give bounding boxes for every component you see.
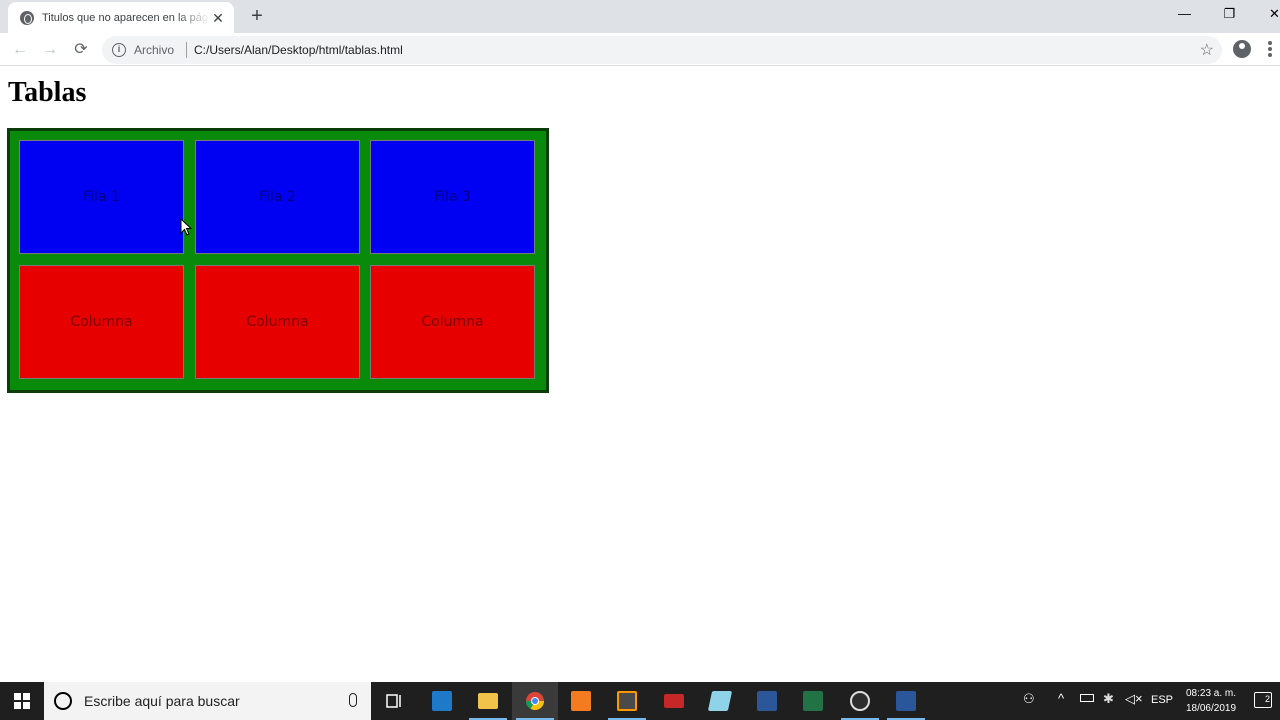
start-button[interactable] (0, 682, 44, 720)
close-window-button[interactable]: ✕ (1252, 0, 1280, 30)
project-icon (803, 691, 823, 711)
taskbar-app[interactable] (744, 682, 790, 720)
task-view-button[interactable] (371, 682, 417, 720)
restore-button[interactable]: ❐ (1207, 0, 1252, 30)
taskbar-app[interactable] (697, 682, 743, 720)
tab-close-button[interactable]: ✕ (210, 10, 226, 26)
taskbar-app[interactable] (790, 682, 836, 720)
clock-time: 08:23 a. m. (1185, 688, 1237, 699)
mouse-cursor-icon (180, 218, 192, 236)
taskbar-app[interactable] (558, 682, 604, 720)
page-title: Tablas (8, 77, 87, 108)
table-cell: Columna (195, 265, 360, 379)
volume-muted-icon[interactable]: ◁× (1125, 691, 1143, 707)
page-viewport: Tablas Fila 1 Fila 2 Fila 3 Columna Colu… (0, 67, 1280, 681)
task-view-icon (386, 694, 401, 708)
tab-title: Titulos que no aparecen en la pág (42, 11, 208, 24)
show-hidden-icons-chevron-icon[interactable]: ^ (1058, 691, 1064, 706)
table-cell: Fila 2 (195, 140, 360, 254)
language-indicator[interactable]: ESP (1151, 694, 1173, 706)
file-explorer-icon (478, 693, 498, 709)
omnibox-separator (186, 42, 187, 58)
clock-date: 18/06/2019 (1185, 703, 1237, 714)
forward-button[interactable]: → (38, 38, 62, 62)
word-icon (757, 691, 777, 711)
back-button[interactable]: ← (8, 38, 32, 62)
profile-icon[interactable] (1233, 40, 1251, 58)
menu-icon[interactable] (1268, 40, 1274, 58)
action-center-icon[interactable]: 2 (1254, 692, 1272, 708)
reload-button[interactable]: ⟳ (69, 38, 93, 62)
taskbar-app[interactable] (651, 682, 697, 720)
bookmark-star-icon[interactable]: ☆ (1200, 40, 1214, 60)
word-icon (896, 691, 916, 711)
new-tab-button[interactable]: + (246, 5, 268, 27)
people-icon[interactable]: ⚇ (1023, 691, 1035, 707)
search-placeholder: Escribe aquí para buscar (84, 693, 240, 709)
minimize-button[interactable]: — (1162, 0, 1207, 30)
table-cell: Fila 1 (19, 140, 184, 254)
app-icon (664, 694, 684, 708)
visual-studio-icon (432, 691, 452, 711)
globe-icon (20, 10, 34, 25)
tab-strip: Titulos que no aparecen en la pág ✕ + — … (0, 0, 1280, 33)
chrome-icon (526, 692, 544, 711)
url-text[interactable]: C:/Users/Alan/Desktop/html/tablas.html (194, 43, 403, 57)
taskbar-app[interactable] (419, 682, 465, 720)
cortana-icon (54, 692, 72, 710)
table-cell: Columna (19, 265, 184, 379)
obs-icon (850, 691, 870, 711)
taskbar-app[interactable] (512, 682, 558, 720)
info-icon[interactable]: i (112, 43, 126, 57)
scheme-label: Archivo (134, 43, 175, 57)
browser-toolbar: ← → ⟳ i Archivo C:/Users/Alan/Desktop/ht… (0, 33, 1280, 66)
taskbar-search[interactable]: Escribe aquí para buscar (44, 682, 371, 720)
table-cell: Columna (370, 265, 535, 379)
taskbar-app[interactable] (604, 682, 650, 720)
system-clock[interactable]: 08:23 a. m. 18/06/2019 (1180, 686, 1242, 716)
microphone-icon[interactable] (349, 693, 357, 707)
notification-count: 2 (1264, 694, 1270, 704)
demo-table: Fila 1 Fila 2 Fila 3 Columna Columna Col… (7, 128, 549, 393)
browser-tab[interactable]: Titulos que no aparecen en la pág ✕ (8, 2, 234, 33)
taskbar-app[interactable] (837, 682, 883, 720)
windows-logo-icon (14, 693, 30, 709)
xampp-icon (571, 691, 591, 711)
taskbar-app[interactable] (883, 682, 929, 720)
app-icon (707, 691, 733, 711)
address-bar[interactable]: i Archivo C:/Users/Alan/Desktop/html/tab… (102, 36, 1222, 64)
sublime-text-icon (617, 691, 637, 711)
taskbar: Escribe aquí para buscar ⚇ ^ ✱ ◁× ESP 08… (0, 682, 1280, 720)
wifi-icon[interactable]: ✱ (1103, 691, 1114, 707)
taskbar-app[interactable] (465, 682, 511, 720)
table-cell: Fila 3 (370, 140, 535, 254)
battery-icon[interactable] (1080, 694, 1094, 702)
